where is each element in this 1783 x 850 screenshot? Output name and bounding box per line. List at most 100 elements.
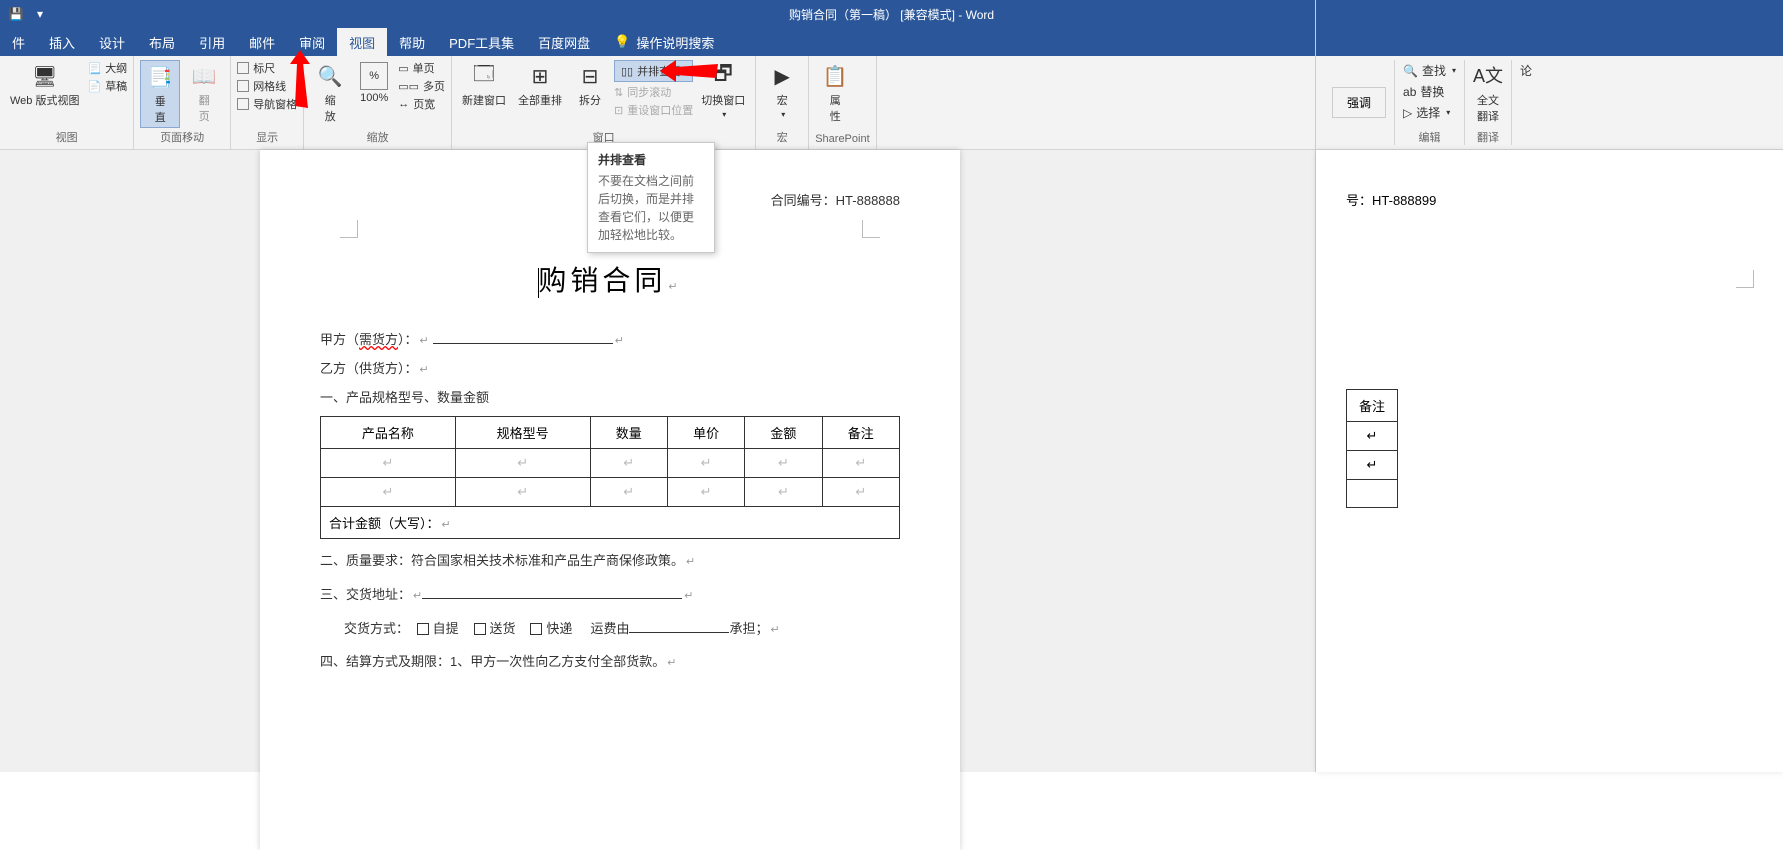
party-a-line: 甲方（需货方）：↵↵	[320, 329, 900, 348]
table-total-row: 合计金额（大写）：↵	[321, 507, 900, 539]
sync-scroll-icon: ⇅	[614, 86, 623, 99]
hundred-icon: %	[360, 62, 388, 90]
outline-button[interactable]: 📃大纲	[87, 60, 127, 76]
search-icon: 🔍	[1403, 64, 1418, 78]
web-layout-button[interactable]: 🖥 Web 版式视图	[6, 60, 83, 110]
section-4: 四、结算方式及期限：1、甲方一次性向乙方支付全部货款。↵	[320, 650, 900, 674]
lightbulb-icon: 💡	[614, 34, 630, 50]
properties-button[interactable]: 📋 属 性	[815, 60, 855, 126]
delivery-line: 交货方式： 自提 送货 快递 运费由承担；↵	[320, 617, 900, 641]
web-layout-icon: 🖥	[31, 62, 59, 90]
group-zoom-label: 缩放	[310, 129, 445, 147]
margin-corner	[340, 220, 358, 238]
chevron-down-icon: ▾	[781, 110, 785, 119]
tooltip-title: 并排查看	[598, 151, 704, 168]
page-width-button[interactable]: ↔页宽	[398, 96, 445, 112]
page[interactable]: 合同编号：HT-888888 购销合同↵ 甲方（需货方）：↵↵ 乙方（供货方）：…	[260, 150, 960, 850]
margin-corner	[862, 220, 880, 238]
tab-references[interactable]: 引用	[187, 28, 237, 56]
sync-scroll-button: ⇅同步滚动	[614, 84, 693, 100]
draft-button[interactable]: 📄草稿	[87, 78, 127, 94]
group-translate-label: 翻译	[1473, 129, 1503, 145]
page-2[interactable]: 号：HT-888899 备注 ↵ ↵	[1316, 150, 1783, 772]
tab-layout[interactable]: 布局	[137, 28, 187, 56]
group-macros-label: 宏	[762, 129, 802, 147]
flip-button[interactable]: 📖 翻 页	[184, 60, 224, 126]
ribbon-2: 强调 🔍查找▾ ab替换 ▷选择▾ 编辑 A文 全文 翻译 翻译 论	[1316, 56, 1783, 150]
product-table-2: 备注 ↵ ↵	[1346, 389, 1398, 508]
lun-button[interactable]: 论	[1520, 60, 1532, 81]
group-sharepoint-label: SharePoint	[815, 133, 869, 147]
checkbox-icon	[237, 62, 249, 74]
find-button[interactable]: 🔍查找▾	[1403, 60, 1456, 81]
tab-help[interactable]: 帮助	[387, 28, 437, 56]
document-title: 购销合同↵	[320, 259, 900, 299]
multi-page-button[interactable]: ▭▭多页	[398, 78, 445, 94]
th-price: 单价	[667, 417, 744, 449]
annotation-arrow	[280, 50, 320, 110]
margin-corner	[1736, 270, 1754, 288]
side-by-side-icon: ▯▯	[621, 65, 633, 78]
new-window-icon: 🗔	[470, 62, 498, 90]
th-remark: 备注	[822, 417, 899, 449]
product-table: 产品名称 规格型号 数量 单价 金额 备注 ↵↵↵↵↵↵ ↵↵↵↵↵↵ 合计金额…	[320, 416, 900, 539]
zoom-icon: 🔍	[316, 62, 344, 90]
document-area-2: 号：HT-888899 备注 ↵ ↵	[1316, 150, 1783, 772]
tab-file[interactable]: 件	[0, 28, 37, 56]
vertical-button[interactable]: 📑 垂 直	[140, 60, 180, 128]
reset-pos-button: ⊡重设窗口位置	[614, 102, 693, 118]
annotation-arrow	[660, 56, 720, 86]
multi-page-icon: ▭▭	[398, 80, 419, 93]
new-window-button[interactable]: 🗔 新建窗口	[458, 60, 510, 110]
chevron-down-icon: ▾	[722, 110, 726, 119]
party-b-line: 乙方（供货方）：↵	[320, 358, 900, 377]
flip-icon: 📖	[190, 62, 218, 90]
macros-button[interactable]: ▶ 宏 ▾	[762, 60, 802, 121]
tab-pdftools[interactable]: PDF工具集	[437, 28, 526, 56]
tab-view[interactable]: 视图	[337, 28, 387, 56]
macros-icon: ▶	[768, 62, 796, 90]
style-box[interactable]: 强调	[1332, 87, 1386, 118]
outline-icon: 📃	[87, 62, 101, 75]
one-page-button[interactable]: ▭单页	[398, 60, 445, 76]
table-row: ↵↵↵↵↵↵	[321, 478, 900, 507]
tab-insert[interactable]: 插入	[37, 28, 87, 56]
select-icon: ▷	[1403, 106, 1412, 120]
translate-button[interactable]: A文 全文 翻译	[1473, 60, 1503, 126]
properties-icon: 📋	[821, 62, 849, 90]
table-row: ↵↵↵↵↵↵	[321, 449, 900, 478]
group-edit-label: 编辑	[1403, 129, 1456, 145]
reset-pos-icon: ⊡	[614, 104, 623, 117]
checkbox-icon	[237, 98, 249, 110]
second-window: 强调 🔍查找▾ ab替换 ▷选择▾ 编辑 A文 全文 翻译 翻译 论 号：HT-…	[1315, 0, 1783, 772]
split-button[interactable]: ⊟ 拆分	[570, 60, 610, 110]
window-title: 购销合同（第一稿） [兼容模式] - Word	[789, 6, 994, 23]
zoom-100-button[interactable]: % 100%	[354, 60, 394, 106]
vertical-icon: 📑	[146, 63, 174, 91]
section-1: 一、产品规格型号、数量金额	[320, 387, 900, 406]
qat-dropdown-icon[interactable]: ▾	[32, 6, 48, 22]
group-pagemove-label: 页面移动	[140, 129, 224, 147]
tooltip: 并排查看 不要在文档之间前后切换，而是并排查看它们，以便更加轻松地比较。	[587, 142, 715, 253]
tab-baidupan[interactable]: 百度网盘	[526, 28, 602, 56]
tab-design[interactable]: 设计	[87, 28, 137, 56]
group-views-label: 视图	[6, 129, 127, 147]
th-name: 产品名称	[321, 417, 456, 449]
checkbox-icon	[237, 80, 249, 92]
draft-icon: 📄	[87, 80, 101, 93]
section-3: 三、交货地址：↵↵	[320, 583, 900, 607]
replace-icon: ab	[1403, 85, 1416, 99]
th-remark-2: 备注	[1347, 390, 1398, 422]
select-button[interactable]: ▷选择▾	[1403, 102, 1456, 123]
arrange-all-button[interactable]: ⊞ 全部重排	[514, 60, 566, 110]
save-icon[interactable]: 💾	[8, 6, 24, 22]
tell-me[interactable]: 💡 操作说明搜索	[602, 33, 726, 52]
translate-icon: A文	[1473, 62, 1503, 88]
th-qty: 数量	[590, 417, 667, 449]
th-spec: 规格型号	[455, 417, 590, 449]
replace-button[interactable]: ab替换	[1403, 81, 1456, 102]
split-icon: ⊟	[576, 62, 604, 90]
one-page-icon: ▭	[398, 62, 408, 75]
group-show-label: 显示	[237, 129, 297, 147]
section-2: 二、质量要求：符合国家相关技术标准和产品生产商保修政策。↵	[320, 549, 900, 573]
